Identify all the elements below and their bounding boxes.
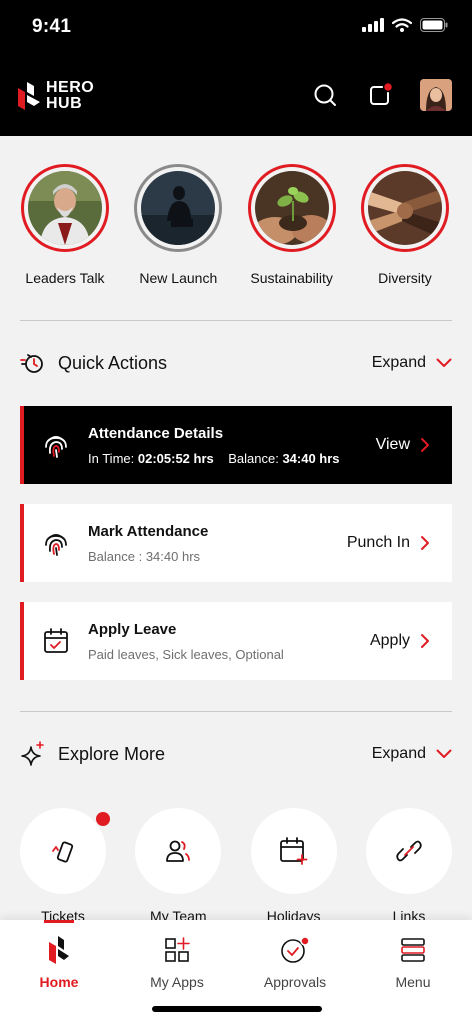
explore-item-tickets[interactable]: Tickets <box>20 808 110 924</box>
search-icon[interactable] <box>312 82 338 108</box>
explore-more-header: Explore More Expand <box>20 739 452 769</box>
card-subtitle: In Time: 02:05:52 hrs Balance: 34:40 hrs <box>88 451 376 466</box>
notifications-icon[interactable] <box>368 82 394 108</box>
tab-my-apps[interactable]: My Apps <box>118 920 236 990</box>
balance-value: 34:40 hrs <box>282 450 340 466</box>
cta-label: Apply <box>369 632 410 649</box>
story-image <box>254 171 329 245</box>
story-image <box>141 171 216 245</box>
logo-line-2: HUB <box>46 95 83 112</box>
card-subtitle: Paid leaves, Sick leaves, Optional <box>88 646 284 662</box>
app-screen: 9:41 HERO HUB Leaders Talk New Launch Su… <box>0 0 472 1024</box>
app-header: 9:41 HERO HUB <box>0 0 472 136</box>
chevron-down-icon <box>436 358 452 367</box>
status-time: 9:41 <box>32 16 72 37</box>
link-icon <box>396 840 422 862</box>
wifi-icon <box>392 18 412 32</box>
card-title: Attendance Details <box>88 424 224 442</box>
explore-item-holidays[interactable]: Holidays <box>250 808 337 924</box>
cta-label: Punch In <box>346 534 410 551</box>
section-title: Quick Actions <box>58 352 168 373</box>
hero-hub-logo[interactable]: HERO HUB <box>18 80 94 112</box>
mark-attendance-card[interactable]: Mark Attendance Balance : 34:40 hrs Punc… <box>20 504 452 582</box>
logo-line-1: HERO <box>46 79 95 96</box>
story-new-launch[interactable]: New Launch <box>126 164 230 286</box>
tab-label: Approvals <box>263 974 327 990</box>
team-icon <box>166 840 191 862</box>
story-ring <box>360 164 449 252</box>
story-sustainability[interactable]: Sustainability <box>240 164 344 286</box>
chevron-down-icon <box>436 749 452 758</box>
expand-label: Expand <box>371 745 426 762</box>
punch-in-button[interactable]: Punch In <box>347 534 452 552</box>
card-title: Apply Leave <box>88 620 177 638</box>
avatar-image <box>420 79 452 111</box>
fingerprint-icon <box>45 436 67 458</box>
ticket-icon <box>52 841 74 863</box>
calendar-add-icon <box>279 837 308 865</box>
balance-label: Balance: <box>228 450 279 466</box>
sparkle-icon <box>21 741 44 766</box>
status-icons <box>362 18 448 32</box>
in-time-value: 02:05:52 hrs <box>137 450 214 466</box>
chevron-right-icon <box>421 536 429 550</box>
story-image <box>367 171 442 245</box>
avatar[interactable] <box>420 79 452 111</box>
menu-icon <box>401 938 425 962</box>
quick-actions-expand-button[interactable]: Expand <box>372 354 452 372</box>
tab-label: Home <box>39 974 79 990</box>
home-logo-icon <box>49 936 69 964</box>
story-label: Leaders Talk <box>25 270 105 286</box>
tab-home[interactable]: Home <box>0 920 118 990</box>
explore-item-links[interactable]: Links <box>365 808 452 924</box>
in-time-label: In Time: <box>88 450 135 466</box>
story-diversity[interactable]: Diversity <box>353 164 457 286</box>
active-tab-indicator <box>44 920 74 923</box>
home-indicator <box>152 1006 322 1012</box>
approval-check-icon <box>281 936 310 963</box>
story-ring <box>21 164 109 252</box>
apply-leave-card[interactable]: Apply Leave Paid leaves, Sick leaves, Op… <box>20 602 452 680</box>
apply-button[interactable]: Apply <box>370 632 452 650</box>
divider <box>20 711 452 712</box>
apps-grid-icon <box>165 937 190 962</box>
story-ring <box>134 164 223 252</box>
fingerprint-icon <box>45 534 67 556</box>
notification-dot <box>96 812 110 826</box>
stories-row: Leaders Talk New Launch Sustainability D… <box>0 164 472 286</box>
chevron-right-icon <box>421 438 429 452</box>
clock-fast-icon <box>20 354 43 373</box>
section-title: Explore More <box>58 743 166 764</box>
explore-grid: Tickets My Team Holidays Links <box>0 808 472 924</box>
calendar-check-icon <box>44 628 68 653</box>
divider <box>20 320 452 321</box>
quick-actions-header: Quick Actions Expand <box>20 348 452 378</box>
explore-more-expand-button[interactable]: Expand <box>372 745 452 763</box>
story-ring <box>247 164 336 252</box>
attendance-details-card[interactable]: Attendance Details In Time: 02:05:52 hrs… <box>20 406 452 484</box>
story-leaders-talk[interactable]: Leaders Talk <box>13 164 117 286</box>
bottom-navigation: Home My Apps Approvals Menu <box>0 920 472 1024</box>
tab-label: My Apps <box>150 974 204 990</box>
card-subtitle: Balance : 34:40 hrs <box>88 548 201 564</box>
story-label: Diversity <box>378 270 432 286</box>
chevron-right-icon <box>421 634 429 648</box>
story-label: Sustainability <box>250 270 333 286</box>
expand-label: Expand <box>371 354 426 371</box>
card-title: Mark Attendance <box>88 522 209 540</box>
explore-item-my-team[interactable]: My Team <box>135 808 222 924</box>
cta-label: View <box>375 436 410 453</box>
tab-menu[interactable]: Menu <box>354 920 472 990</box>
story-image <box>28 171 102 245</box>
tab-approvals[interactable]: Approvals <box>236 920 354 990</box>
tab-label: Menu <box>395 974 431 990</box>
view-button[interactable]: View <box>376 436 452 454</box>
story-label: New Launch <box>139 270 218 286</box>
battery-icon <box>420 18 448 32</box>
hero-logo-icon <box>18 82 40 110</box>
signal-icon <box>362 18 384 32</box>
